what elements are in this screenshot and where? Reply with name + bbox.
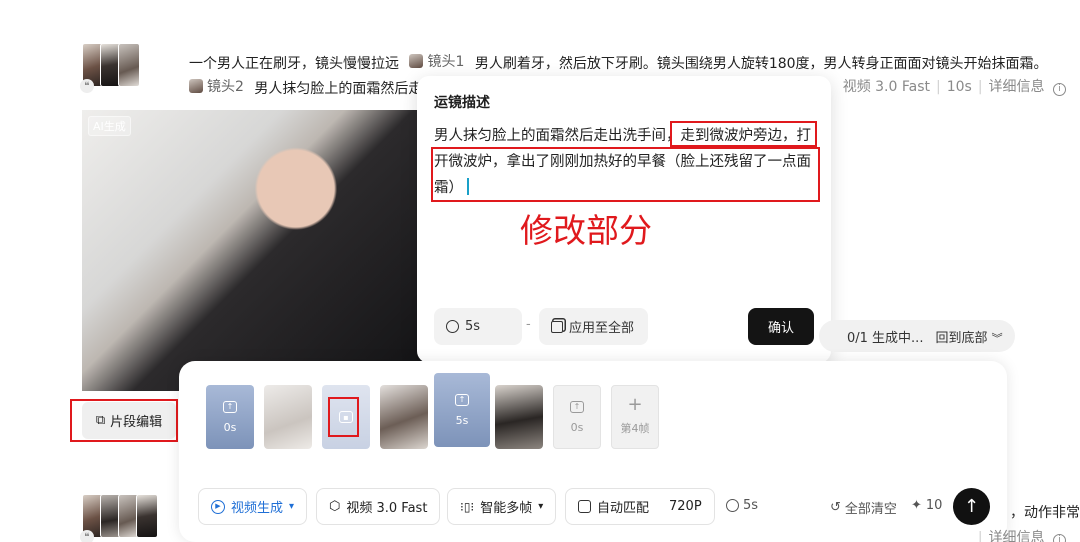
highlight-box [328, 397, 359, 437]
aspect-ratio-icon [578, 500, 591, 513]
progress-status: 0/1 生成中... [847, 330, 924, 346]
upload-icon: ↑ [570, 400, 584, 413]
frame-slot-2[interactable]: ↑ 5s [434, 373, 490, 447]
shot2-thumbnails[interactable] [82, 494, 158, 538]
frame-thumbnail[interactable] [264, 385, 312, 449]
ratio-resolution-select[interactable]: 自动匹配 720P [565, 488, 715, 525]
camera-description-popup: 运镜描述 男人抹匀脸上的面霜然后走出洗手间，走到微波炉旁边，打开微波炉，拿出了刚… [417, 76, 831, 363]
thumbnail [118, 43, 140, 87]
segment-edit-label: 片段编辑 [110, 415, 163, 430]
apply-all-label: 应用至全部 [569, 321, 635, 336]
frame-thumbnail[interactable] [495, 385, 543, 449]
upload-icon: ↑ [455, 393, 469, 406]
copy-icon [551, 320, 563, 333]
ratio-label: 自动匹配 [597, 501, 650, 516]
thumbnail [136, 494, 158, 538]
duration: 10s [946, 79, 972, 95]
model-label: 视频 3.0 Fast [346, 501, 428, 516]
info-icon[interactable]: i [1053, 534, 1066, 542]
frame-slot-3[interactable]: ↑ 0s [553, 385, 601, 449]
quote-icon: ❝ [80, 530, 94, 542]
video-preview[interactable]: AI生成 [82, 110, 427, 391]
clock-icon [726, 499, 739, 512]
frame-time: 0s [223, 420, 237, 434]
frame-label: 第4帧 [620, 422, 650, 435]
annotation-label: 修改部分 [520, 211, 652, 250]
video-gen-icon: ▶ [211, 499, 225, 514]
chevron-down-icon: ▾ [289, 501, 295, 512]
frame-thumbnail[interactable] [380, 385, 428, 449]
clear-label: 全部清空 [844, 502, 897, 517]
tag-label: 镜头2 [207, 79, 244, 95]
separator-dash: - [526, 317, 531, 332]
frames-icon: ⁝▯⁝ [460, 499, 475, 514]
prompt-text: 男人抹匀脸上的面霜然后走 [254, 81, 423, 97]
duration-label: 5s [743, 498, 759, 513]
prompt-text: 男人刷着牙，然后放下牙刷。镜头围绕男人旋转180度，男人转身正面面对镜头开始抹面… [474, 56, 1048, 72]
model-name: 视频 3.0 Fast [842, 79, 930, 95]
shot-tag-1[interactable]: 镜头1 [409, 51, 464, 71]
shot1-meta: 视频 3.0 Fast | 10s | 详细信息 i [843, 76, 1066, 96]
shot2-meta: | 详细信息 i [972, 527, 1066, 542]
chevrons-down-icon: ︾ [991, 331, 1003, 345]
shot-thumb-icon [409, 54, 424, 68]
frame-time: 0s [570, 420, 584, 434]
detail-link[interactable]: 详细信息 [989, 530, 1045, 542]
tag-label: 镜头1 [427, 54, 465, 70]
shot-tag-2[interactable]: 镜头2 [189, 76, 244, 96]
highlight-box [431, 147, 820, 202]
clear-all-button[interactable]: ↺ 全部清空 [830, 498, 897, 517]
duration-value: 5s [465, 319, 481, 334]
multi-frame-select[interactable]: ⁝▯⁝ 智能多帧 ▾ [447, 488, 557, 525]
duration-chip[interactable]: 5s [434, 308, 522, 345]
segment-edit-button[interactable]: ⧉ 片段编辑 [82, 402, 176, 439]
confirm-button[interactable]: 确认 [748, 308, 814, 345]
upload-icon: ↑ [223, 400, 237, 413]
shot-thumb-icon [189, 79, 203, 93]
scroll-label: 回到底部 [935, 330, 988, 346]
cube-icon: ⬡ [329, 499, 341, 514]
generation-progress: 0/1 生成中... 回到底部 ︾ [819, 320, 1015, 352]
ai-badge: AI生成 [88, 116, 131, 136]
popup-title: 运镜描述 [434, 95, 490, 111]
plus-icon: + [627, 394, 643, 415]
credits: ✦ 10 [911, 498, 942, 513]
send-button[interactable]: ↑ [953, 488, 990, 525]
model-select[interactable]: ⬡ 视频 3.0 Fast [316, 488, 441, 525]
mode-label: 视频生成 [231, 501, 284, 516]
highlight-box [670, 121, 817, 147]
info-icon[interactable]: i [1053, 83, 1066, 96]
credits-value: 10 [925, 498, 943, 513]
duration-select[interactable]: 5s [726, 498, 758, 513]
detail-link[interactable]: 详细信息 [989, 79, 1045, 95]
clock-icon [446, 320, 459, 333]
prompt-text: 一个男人正在刷牙，镜头慢慢拉远 [189, 56, 399, 72]
add-frame-button[interactable]: + 第4帧 [611, 385, 659, 449]
prompt-line-2: 镜头2 男人抹匀脸上的面霜然后走 [189, 76, 422, 98]
shot2-text: ，动作非常 [1010, 505, 1080, 521]
mode-select[interactable]: ▶ 视频生成 ▾ [198, 488, 308, 525]
scroll-to-bottom-button[interactable]: 回到底部 ︾ [935, 327, 1002, 346]
multi-frame-label: 智能多帧 [480, 501, 533, 516]
sparkle-icon: ✦ [911, 498, 922, 513]
edit-icon: ⧉ [95, 413, 106, 428]
undo-icon: ↺ [830, 500, 841, 515]
chevron-down-icon: ▾ [538, 501, 544, 512]
prompt-line-1: 一个男人正在刷牙，镜头慢慢拉远 镜头1 男人刷着牙，然后放下牙刷。镜头围绕男人旋… [189, 51, 1048, 73]
arrow-up-icon: ↑ [963, 496, 980, 517]
apply-all-button[interactable]: 应用至全部 [539, 308, 648, 345]
quote-icon: ❝ [80, 79, 94, 93]
frame-slot-1[interactable]: ↑ 0s [206, 385, 254, 449]
frame-time: 5s [455, 413, 469, 427]
resolution-label: 720P [669, 499, 702, 514]
